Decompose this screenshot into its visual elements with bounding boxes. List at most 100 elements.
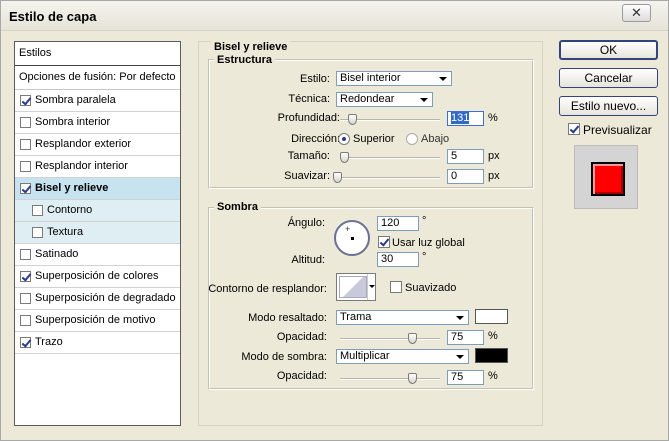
style-item[interactable]: Sombra interior [15,112,180,134]
style-item-label: Textura [47,226,84,238]
style-checkbox[interactable] [20,293,31,304]
style-item-label: Satinado [35,248,79,260]
shadow-opacity-input[interactable]: 75 [447,370,484,385]
style-item[interactable]: Textura [15,222,180,244]
highlight-color-swatch[interactable] [475,309,508,324]
shadow-opacity-unit: % [488,370,498,382]
style-item-label: Sombra paralela [35,94,116,106]
slider-thumb[interactable] [408,373,417,384]
style-item[interactable]: Superposición de degradado [15,288,180,310]
structure-legend: Estructura [214,54,276,66]
style-item[interactable]: Superposición de motivo [15,310,180,332]
angle-dial[interactable]: + [334,220,370,256]
depth-slider[interactable] [340,114,440,126]
angle-label: Ángulo: [287,217,325,229]
style-item[interactable]: Contorno [15,200,180,222]
highlight-opacity-input[interactable]: 75 [447,330,484,345]
slider-thumb[interactable] [348,114,357,125]
highlight-opacity-slider[interactable] [340,333,440,345]
contour-graph [339,276,367,298]
style-item[interactable]: Resplandor exterior [15,134,180,156]
styles-list: Estilos Opciones de fusión: Por defecto … [14,41,181,426]
gloss-contour-label: Contorno de resplandor: [208,283,327,295]
highlight-mode-select[interactable]: Trama [336,310,469,325]
depth-value: 131 [451,112,470,124]
slider-thumb[interactable] [408,333,417,344]
global-light-label[interactable]: Usar luz global [392,237,465,249]
antialiased-checkbox[interactable] [390,281,402,293]
preview-checkbox[interactable] [568,123,580,135]
style-item-label: Superposición de motivo [35,314,156,326]
style-select[interactable]: Bisel interior [336,71,452,86]
chevron-down-icon [456,316,464,320]
gloss-contour-picker[interactable] [336,273,376,301]
style-checkbox[interactable] [20,117,31,128]
soften-input[interactable]: 0 [447,169,484,184]
direction-down-radio[interactable] [406,133,418,145]
style-checkbox[interactable] [20,315,31,326]
style-item[interactable]: Resplandor interior [15,156,180,178]
soften-label: Suavizar: [284,170,330,182]
style-checkbox[interactable] [20,271,31,282]
slider-thumb[interactable] [333,172,342,183]
style-item-label: Contorno [47,204,93,216]
new-style-button[interactable]: Estilo nuevo... [559,96,658,116]
highlight-opacity-label: Opacidad: [276,331,327,343]
cancel-button[interactable]: Cancelar [559,68,658,88]
close-button[interactable]: ✕ [622,4,651,22]
direction-up-label[interactable]: Superior [353,133,395,145]
style-checkbox[interactable] [20,161,31,172]
direction-up-radio[interactable] [338,133,350,145]
shadow-color-swatch[interactable] [475,348,508,363]
preview-swatch [591,162,625,196]
shadow-opacity-label: Opacidad: [276,370,327,382]
shadow-opacity-slider[interactable] [340,373,440,385]
style-item[interactable]: Superposición de colores [15,266,180,288]
angle-unit: ° [422,215,427,227]
blend-options-item[interactable]: Opciones de fusión: Por defecto [15,66,180,90]
style-checkbox[interactable] [20,139,31,150]
technique-label: Técnica: [288,93,330,105]
chevron-down-icon[interactable] [367,274,375,300]
style-checkbox[interactable] [32,227,43,238]
technique-select[interactable]: Redondear [336,92,433,107]
style-item[interactable]: Trazo [15,332,180,354]
style-item[interactable]: Bisel y relieve [15,178,180,200]
style-checkbox[interactable] [20,95,31,106]
shadow-mode-select[interactable]: Multiplicar [336,349,469,364]
highlight-mode-value: Trama [340,311,372,323]
style-checkbox[interactable] [20,249,31,260]
angle-input[interactable]: 120 [377,216,419,231]
technique-select-value: Redondear [340,93,395,105]
depth-input[interactable]: 131 [447,111,484,126]
soften-slider[interactable] [333,172,440,184]
size-slider[interactable] [340,152,440,164]
style-item-label: Resplandor exterior [35,138,131,150]
style-preview [574,145,638,209]
global-light-checkbox[interactable] [378,236,390,248]
style-item[interactable]: Sombra paralela [15,90,180,112]
light-source-icon: + [345,224,351,234]
highlight-opacity-unit: % [488,330,498,342]
style-checkbox[interactable] [20,183,31,194]
style-checkbox[interactable] [32,205,43,216]
style-item[interactable]: Satinado [15,244,180,266]
ok-button[interactable]: OK [559,40,658,60]
slider-thumb[interactable] [340,152,349,163]
preview-label[interactable]: Previsualizar [583,123,652,137]
soften-unit: px [488,170,500,182]
altitude-input[interactable]: 30 [377,252,419,267]
highlight-mode-label: Modo resaltado: [248,312,327,324]
size-input[interactable]: 5 [447,149,484,164]
depth-unit: % [488,112,498,124]
title-bar: Estilo de capa ✕ [1,1,668,31]
style-checkbox[interactable] [20,337,31,348]
antialiased-label[interactable]: Suavizado [405,282,456,294]
direction-down-label[interactable]: Abajo [421,133,449,145]
style-item-label: Trazo [35,336,63,348]
style-item-label: Bisel y relieve [35,182,109,194]
chevron-down-icon [420,98,428,102]
layer-style-dialog: Estilo de capa ✕ Estilos Opciones de fus… [0,0,669,441]
styles-header[interactable]: Estilos [15,42,180,66]
style-select-value: Bisel interior [340,72,401,84]
